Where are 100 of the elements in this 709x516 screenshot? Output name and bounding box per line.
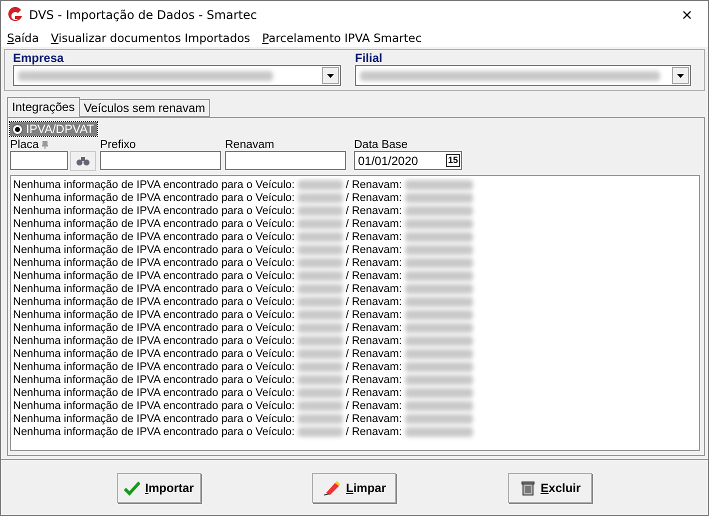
redacted-value [298,192,343,202]
menu-item[interactable]: Parcelamento IPVA Smartec [262,31,422,45]
action-button[interactable]: Importar [116,472,201,502]
redacted-value [298,322,343,332]
redacted-value [298,218,343,228]
log-message: / Renavam: [346,348,402,360]
dropdown-arrow-icon [327,74,334,78]
log-message: / Renavam: [346,256,402,268]
redacted-value [404,258,473,268]
redacted-value [298,426,343,436]
redacted-value [404,218,473,228]
redacted-value [298,296,343,306]
calendar-button[interactable]: 15 [446,154,460,167]
redacted-value [404,270,473,280]
redacted-value [298,206,343,216]
log-message: / Renavam: [346,270,402,282]
tab[interactable]: Veículos sem renavam [78,99,210,117]
close-button[interactable]: × [672,3,702,27]
radio-button[interactable]: IPVA/DPVAT [10,122,98,136]
log-message: Nenhuma informação de IPVA encontrado para o Veículo: [13,308,295,320]
radio-dot-icon [15,126,20,132]
log-message: / Renavam: [346,230,402,242]
log-message: / Renavam: [346,204,402,216]
log-message: Nenhuma informação de IPVA encontrado para o Veículo: [13,178,295,190]
trash-icon [520,480,536,496]
input-field[interactable] [225,151,346,170]
menu-item[interactable]: Visualizar documentos Importados [50,31,250,45]
redacted-value [404,192,473,202]
log-message: Nenhuma informação de IPVA encontrado para o Veículo: [13,192,295,204]
redacted-value [404,244,473,254]
log-message: / Renavam: [346,192,402,204]
log-message: Nenhuma informação de IPVA encontrado para o Veículo: [13,296,295,308]
log-message: Nenhuma informação de IPVA encontrado para o Veículo: [13,256,295,268]
window-title: DVS - Importação de Dados - Smartec [29,8,258,22]
redacted-value [404,232,473,242]
redacted-value [298,414,343,424]
redacted-value [298,362,343,372]
redacted-value [298,232,343,242]
log-message: / Renavam: [346,178,402,190]
action-button[interactable]: Limpar [312,472,396,502]
redacted-value [404,362,473,372]
log-message: Nenhuma informação de IPVA encontrado para o Veículo: [13,218,295,230]
search-button[interactable] [70,151,96,171]
log-message: Nenhuma informação de IPVA encontrado para o Veículo: [13,322,295,334]
log-message: / Renavam: [346,308,402,320]
redacted-value [298,400,343,410]
field-label: Filial [355,51,384,65]
branch-dropdown[interactable] [355,65,691,86]
log-message: Nenhuma informação de IPVA encontrado para o Veículo: [13,204,295,216]
input-field[interactable] [10,151,68,170]
redacted-value [404,206,473,216]
checkmark-icon [124,480,140,496]
redacted-value [404,310,473,320]
dropdown-arrow-icon [677,74,684,78]
field-label: Empresa [13,51,65,65]
date-field[interactable]: 01/01/2020 15 [354,151,462,170]
log-message: Nenhuma informação de IPVA encontrado para o Veículo: [13,374,295,386]
redacted-value [298,270,343,280]
pin-icon [42,141,48,149]
field-label: Placa [10,139,96,151]
log-message: / Renavam: [346,322,402,334]
log-message: Nenhuma informação de IPVA encontrado para o Veículo: [13,244,295,256]
eraser-icon [322,480,341,496]
redacted-value [404,400,473,410]
log-message: Nenhuma informação de IPVA encontrado para o Veículo: [13,386,295,398]
log-message: / Renavam: [346,296,402,308]
input-field[interactable] [100,151,221,170]
log-message: Nenhuma informação de IPVA encontrado para o Veículo: [13,334,295,346]
redacted-value [404,180,473,190]
field-label: Renavam [225,139,276,151]
log-message: / Renavam: [346,282,402,294]
redacted-value [298,310,343,320]
redacted-value [404,426,473,436]
redacted-value [404,374,473,384]
log-message: Nenhuma informação de IPVA encontrado para o Veículo: [13,412,295,424]
redacted-value [298,348,343,358]
redacted-value [404,296,473,306]
log-message: Nenhuma informação de IPVA encontrado para o Veículo: [13,426,295,438]
redacted-value [298,374,343,384]
redacted-value [404,322,473,332]
log-message: Nenhuma informação de IPVA encontrado para o Veículo: [13,282,295,294]
company-dropdown[interactable] [13,65,341,86]
redacted-value [298,284,343,294]
tab[interactable]: Integrações [7,97,80,117]
redacted-value [404,388,473,398]
log-message: / Renavam: [346,426,402,438]
log-message: / Renavam: [346,218,402,230]
log-message: / Renavam: [346,412,402,424]
log-message: / Renavam: [346,334,402,346]
redacted-value [404,284,473,294]
redacted-value [404,336,473,346]
binoculars-icon [76,156,90,166]
log-message: Nenhuma informação de IPVA encontrado para o Veículo: [13,400,295,412]
redacted-value [298,180,343,190]
field-label: Prefixo [100,139,137,151]
redacted-value [404,348,473,358]
redacted-value [298,244,343,254]
menu-item[interactable]: Saída [7,31,39,45]
action-button[interactable]: Excluir [508,472,592,502]
redacted-value [298,258,343,268]
